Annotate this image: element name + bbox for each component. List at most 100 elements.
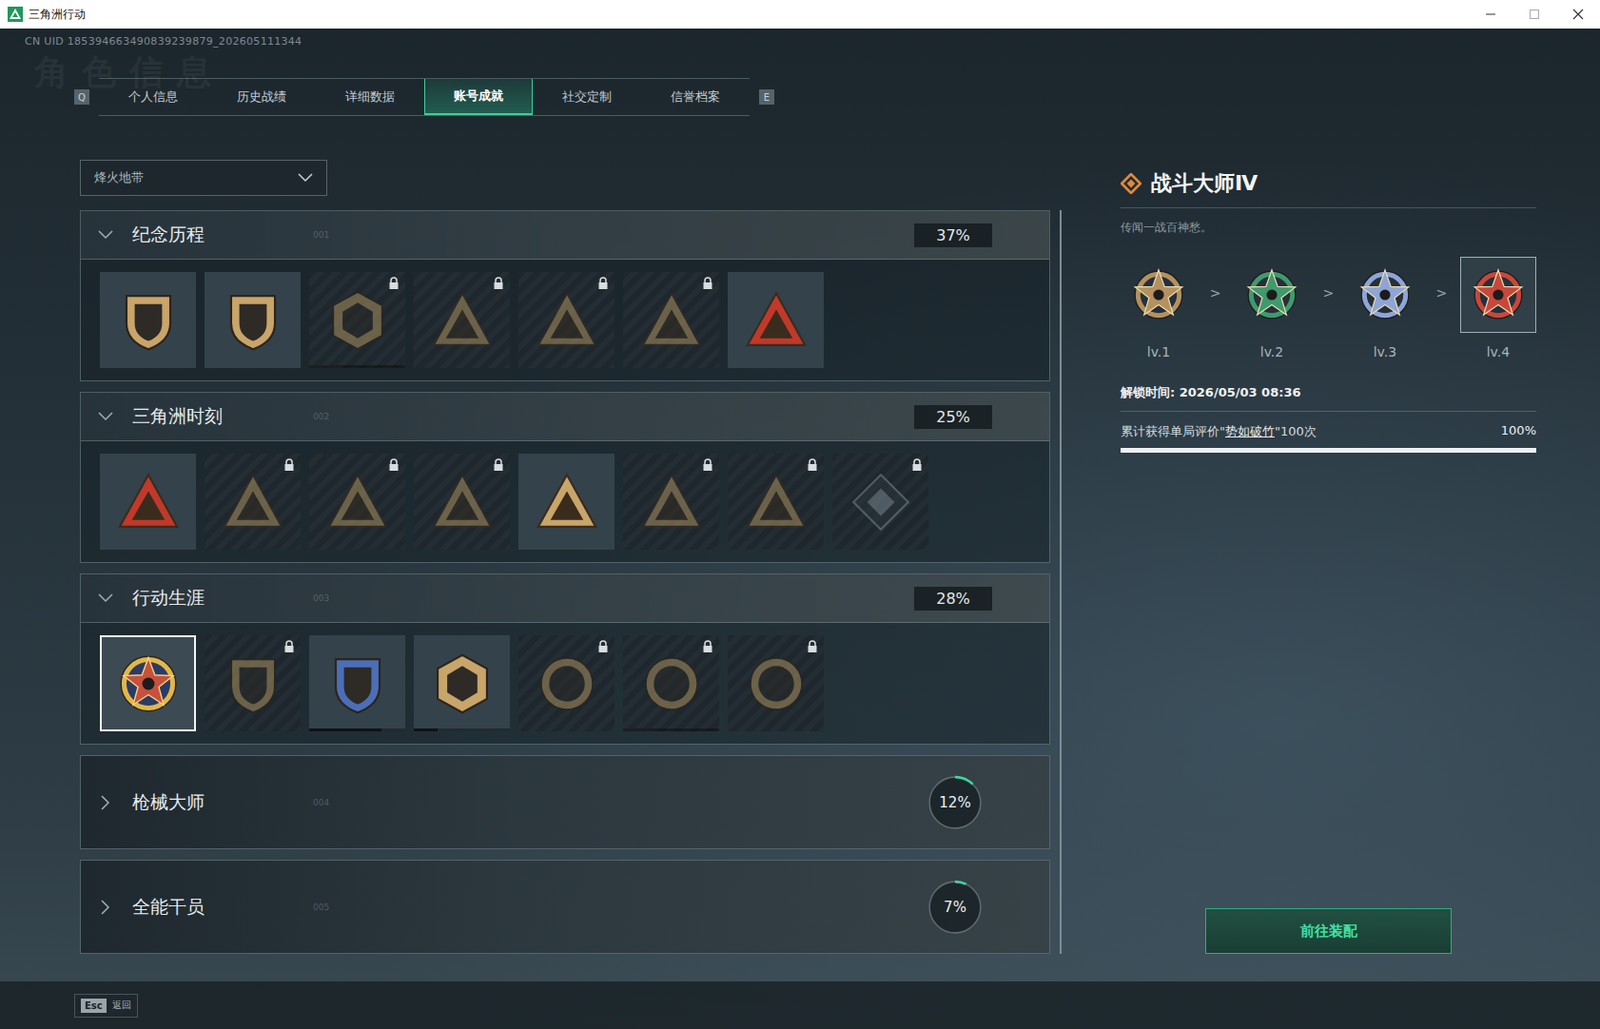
star-medal-icon: [1242, 265, 1302, 325]
achievement-badge[interactable]: [727, 453, 824, 550]
section-header[interactable]: 三角洲时刻00225%: [80, 392, 1050, 442]
lock-icon: [806, 458, 819, 472]
task-percent: 100%: [1501, 423, 1537, 441]
achievement-badge[interactable]: [832, 453, 929, 550]
lock-icon: [283, 640, 295, 654]
badge-progress-bar: [413, 728, 510, 732]
section-header[interactable]: 枪械大师00412%: [80, 756, 1050, 849]
tier-separator: >: [1323, 285, 1335, 301]
achievement-section: 行动生涯00328%: [79, 573, 1051, 745]
achievement-badge[interactable]: [727, 635, 824, 732]
tier-label: lv.4: [1486, 344, 1510, 360]
close-button[interactable]: [1556, 0, 1600, 29]
maximize-icon: [1528, 8, 1541, 20]
tier-frame: [1120, 256, 1197, 333]
section-header[interactable]: 纪念历程00137%: [80, 211, 1050, 260]
achievement-section: 枪械大师00412%: [79, 755, 1051, 850]
unlock-time: 解锁时间: 2026/05/03 08:36: [1120, 384, 1537, 412]
tier[interactable]: lv.2: [1233, 256, 1310, 360]
detail-title: 战斗大师Ⅳ: [1151, 169, 1258, 198]
task-highlight[interactable]: 势如破竹: [1225, 424, 1275, 439]
next-tab-key[interactable]: E: [759, 89, 775, 105]
achievement-badge[interactable]: [518, 272, 615, 369]
achievement-badge[interactable]: [518, 635, 615, 732]
achievement-badge[interactable]: [204, 635, 301, 732]
lock-icon: [702, 276, 714, 291]
tab[interactable]: 信誉档案: [641, 78, 750, 116]
achievement-badge[interactable]: [99, 635, 196, 732]
footer-bar: Esc返回: [0, 981, 1600, 1029]
achievement-badge[interactable]: [413, 453, 510, 550]
badge-progress-bar: [309, 365, 406, 369]
lock-icon: [283, 458, 295, 472]
prev-tab-key[interactable]: Q: [74, 89, 90, 105]
scrollbar[interactable]: [1059, 210, 1062, 955]
achievement-badge[interactable]: [413, 272, 510, 369]
section-header[interactable]: 行动生涯00328%: [80, 574, 1050, 624]
badge-progress-bar: [309, 728, 406, 732]
achievement-badge[interactable]: [99, 453, 196, 550]
lock-icon: [388, 458, 400, 472]
tier-frame: [1233, 256, 1310, 333]
tab[interactable]: 详细数据: [315, 78, 425, 116]
section-header[interactable]: 全能干员0057%: [80, 860, 1050, 954]
achievement-badge[interactable]: [309, 272, 406, 369]
detail-description: 传闻一战百神愁。: [1120, 219, 1537, 236]
achievement-badge[interactable]: [623, 635, 720, 732]
round-badge-icon: [637, 649, 706, 719]
section-percent: 7%: [925, 878, 985, 937]
achievement-badge[interactable]: [727, 272, 824, 369]
chevron-right-icon: [97, 795, 114, 811]
star-medal-icon: [1355, 265, 1415, 325]
mode-dropdown[interactable]: 烽火地带: [79, 159, 328, 196]
star-medal-icon: [1468, 265, 1528, 325]
badge-progress-bar: [623, 728, 720, 732]
achievement-badge[interactable]: [204, 272, 301, 369]
section-list: 纪念历程00137% 三角洲时刻00225% 行动生涯00328% 枪械大师00412…: [79, 210, 1051, 955]
game-window: 三角洲行动角色信息CN UID 185394663490839239879_20…: [0, 0, 1600, 1029]
lock-icon: [702, 458, 714, 472]
minimize-button[interactable]: [1468, 0, 1513, 29]
section-title: 纪念历程: [132, 222, 304, 248]
section-progress-ring: 12%: [925, 773, 985, 833]
achievement-section: 纪念历程00137%: [79, 210, 1051, 382]
section-list-wrap: 纪念历程00137% 三角洲时刻00225% 行动生涯00328% 枪械大师00412…: [79, 210, 1062, 955]
achievement-badge[interactable]: [204, 453, 301, 550]
tier-frame: [1460, 256, 1537, 333]
achievement-badge[interactable]: [518, 453, 615, 550]
round-badge-icon: [741, 649, 811, 719]
section-title: 枪械大师: [132, 790, 304, 816]
achievement-badge[interactable]: [623, 272, 720, 369]
tab[interactable]: 账号成就: [424, 78, 533, 116]
equip-button[interactable]: 前往装配: [1205, 908, 1452, 955]
lock-icon: [492, 276, 505, 291]
achievement-badge[interactable]: [309, 635, 406, 732]
shield-badge-icon: [114, 286, 183, 355]
achievement-badge[interactable]: [309, 453, 406, 550]
achievement-badge[interactable]: [413, 635, 510, 732]
tab[interactable]: 社交定制: [532, 78, 642, 116]
section-percent: 25%: [914, 405, 993, 430]
chevron-down-icon: [97, 227, 114, 243]
esc-key: Esc: [80, 998, 107, 1014]
section-title: 全能干员: [132, 895, 304, 920]
task-progress-fill: [1120, 448, 1537, 453]
chevron-down-icon: [97, 409, 114, 425]
content: 烽火地带纪念历程00137% 三角洲时刻00225% 行动生涯00328% 枪械大师0…: [79, 159, 1600, 955]
badge-progress-fill: [623, 728, 652, 732]
triangle-badge-icon: [428, 286, 497, 355]
tier[interactable]: lv.1: [1120, 256, 1197, 360]
achievement-badge[interactable]: [99, 272, 196, 369]
tier[interactable]: lv.4: [1460, 256, 1537, 360]
close-icon: [1572, 8, 1584, 20]
page-watermark: 角色信息: [34, 49, 225, 97]
badge-progress-fill: [309, 728, 382, 732]
shield-badge-icon: [218, 649, 288, 719]
achievement-badge[interactable]: [623, 453, 720, 550]
maximize-button[interactable]: [1512, 0, 1557, 29]
task-row: 累计获得单局评价"势如破竹"100次100%: [1120, 423, 1537, 441]
tier-label: lv.2: [1260, 344, 1284, 360]
shield-badge-icon: [323, 649, 392, 719]
back-button[interactable]: Esc返回: [74, 994, 138, 1018]
tier[interactable]: lv.3: [1346, 256, 1424, 360]
